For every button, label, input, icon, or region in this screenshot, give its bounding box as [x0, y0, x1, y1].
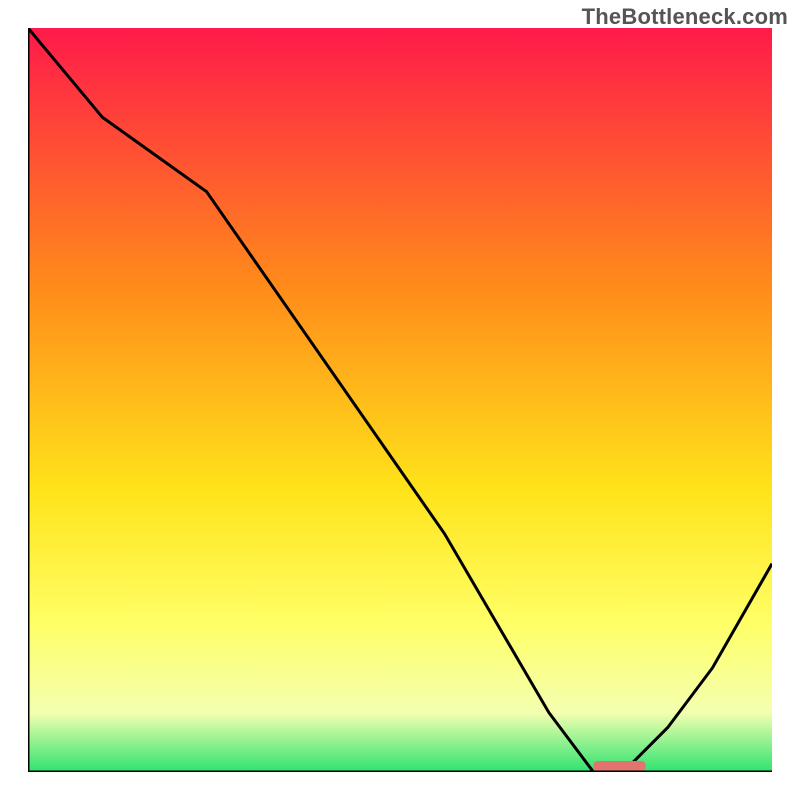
chart-container: TheBottleneck.com	[0, 0, 800, 800]
gradient-background	[28, 28, 772, 772]
optimal-marker	[593, 761, 645, 771]
watermark-text: TheBottleneck.com	[582, 4, 788, 30]
chart-plot	[28, 28, 772, 772]
chart-svg	[28, 28, 772, 772]
